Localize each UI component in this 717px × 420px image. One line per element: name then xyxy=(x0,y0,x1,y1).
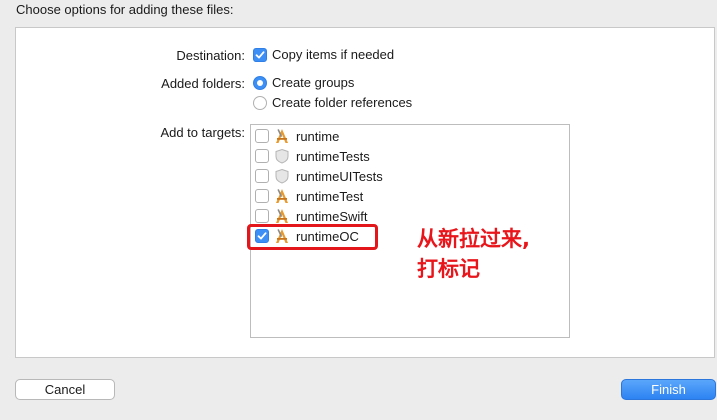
target-checkbox[interactable] xyxy=(255,209,269,223)
target-row-runtimetests[interactable]: runtimeTests xyxy=(255,147,370,165)
target-row-runtimeuitests[interactable]: runtimeUITests xyxy=(255,167,383,185)
create-groups-label: Create groups xyxy=(272,75,355,90)
cancel-button[interactable]: Cancel xyxy=(15,379,115,400)
create-groups-radio[interactable]: Create groups xyxy=(253,75,354,90)
radio-unselected-icon xyxy=(253,95,267,110)
target-label: runtimeTest xyxy=(296,188,364,204)
app-target-icon xyxy=(276,189,288,203)
create-folder-references-label: Create folder references xyxy=(272,95,413,110)
checkbox-checked-icon xyxy=(253,47,267,62)
annotation-line-1: 从新拉过来, xyxy=(417,227,530,251)
test-target-icon xyxy=(275,168,289,184)
target-checkbox[interactable] xyxy=(255,169,269,183)
target-label: runtimeTests xyxy=(296,148,370,164)
annotation-line-2: 打标记 xyxy=(417,257,480,281)
target-label: runtimeUITests xyxy=(296,168,383,184)
target-row-runtime[interactable]: runtime xyxy=(255,127,339,145)
app-target-icon xyxy=(276,129,288,143)
target-label: runtimeSwift xyxy=(296,208,368,224)
test-target-icon xyxy=(275,148,289,164)
target-checkbox[interactable] xyxy=(255,129,269,143)
annotation-text: 从新拉过来, 打标记 xyxy=(417,224,577,284)
added-folders-label: Added folders: xyxy=(161,76,245,91)
destination-label: Destination: xyxy=(176,48,245,63)
dialog-heading: Choose options for adding these files: xyxy=(16,2,234,17)
target-checkbox[interactable] xyxy=(255,149,269,163)
target-row-runtimetest[interactable]: runtimeTest xyxy=(255,187,363,205)
copy-items-label: Copy items if needed xyxy=(272,47,395,62)
create-folder-references-radio[interactable]: Create folder references xyxy=(253,95,412,110)
target-row-runtimeswift[interactable]: runtimeSwift xyxy=(255,207,368,225)
radio-selected-icon xyxy=(253,75,267,90)
app-target-icon xyxy=(276,209,288,223)
add-to-targets-label: Add to targets: xyxy=(160,125,245,140)
finish-button[interactable]: Finish xyxy=(621,379,716,400)
target-label: runtime xyxy=(296,128,340,144)
target-checkbox[interactable] xyxy=(255,189,269,203)
copy-items-checkbox[interactable]: Copy items if needed xyxy=(253,47,394,62)
highlight-box xyxy=(247,224,378,250)
